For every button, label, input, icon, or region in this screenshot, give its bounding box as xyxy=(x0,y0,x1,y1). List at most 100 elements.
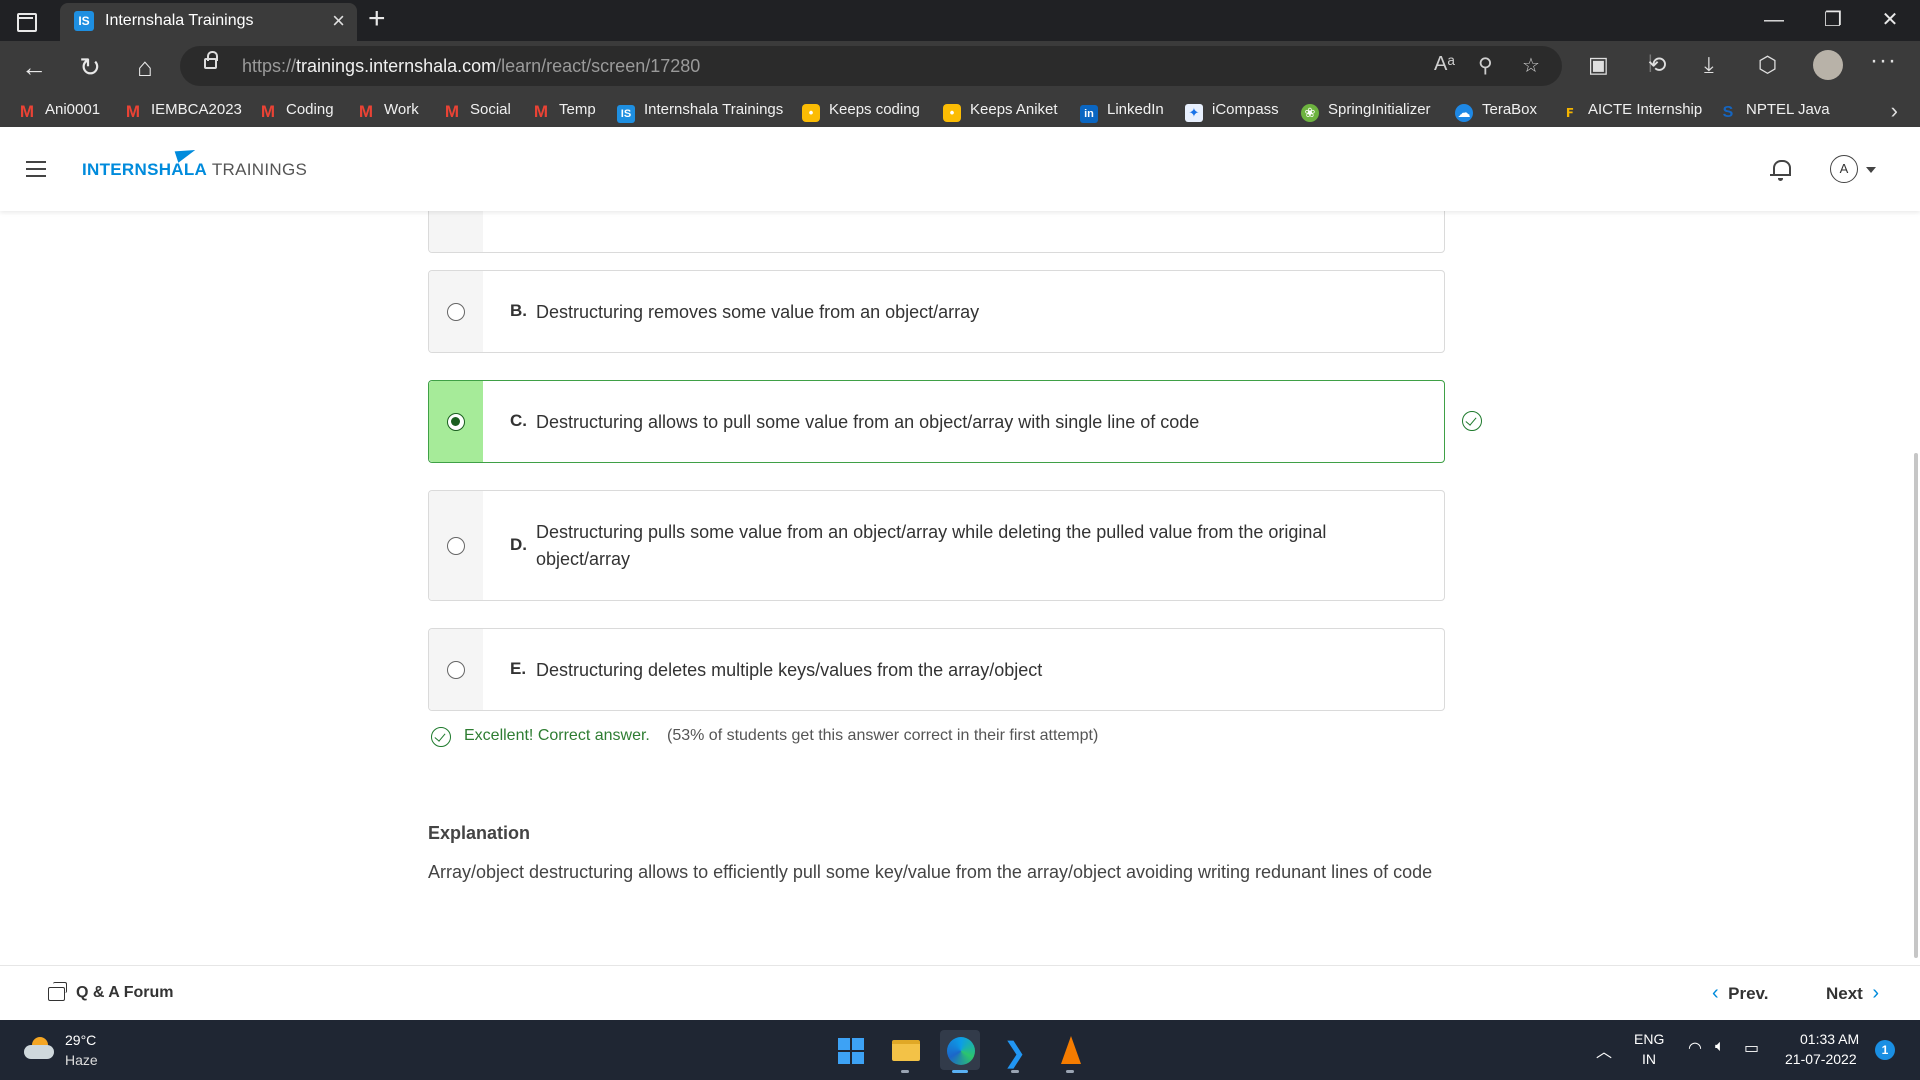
new-tab-button[interactable]: + xyxy=(368,3,386,35)
notification-badge[interactable]: 1 xyxy=(1875,1040,1895,1060)
bookmark-item[interactable]: • Keeps coding xyxy=(802,101,920,122)
browser-toolbar: ← ↻ ⌂ https://trainings.internshala.com/… xyxy=(0,41,1920,127)
bookmarks-more-chevron-icon[interactable]: › xyxy=(1891,98,1898,124)
history-icon[interactable]: ⟲ xyxy=(1648,52,1666,78)
add-favorite-icon[interactable]: ☆ xyxy=(1522,53,1540,78)
success-check-icon xyxy=(431,727,451,747)
window-close-icon[interactable]: ✕ xyxy=(1870,4,1910,36)
tab-close-icon[interactable]: × xyxy=(332,9,345,33)
more-menu-icon[interactable]: ··· xyxy=(1870,47,1897,75)
gmail-icon: M xyxy=(533,102,549,121)
bookmark-item[interactable]: ☁ TeraBox xyxy=(1455,101,1537,122)
minimize-icon[interactable]: — xyxy=(1754,4,1794,36)
attempt-statistic: (53% of students get this answer correct… xyxy=(667,727,1099,744)
edge-browser-app[interactable] xyxy=(940,1030,980,1073)
bookmark-item[interactable]: IS Internshala Trainings xyxy=(617,101,783,123)
start-button[interactable] xyxy=(830,1030,870,1070)
bookmark-item[interactable]: M IEMBCA2023 xyxy=(124,101,242,121)
tab-title: Internshala Trainings xyxy=(105,12,254,29)
windows-taskbar: 29°C Haze ❯ ︿ ENG IN ◠ 🔈︎ ▭ 01:33 AM 21-… xyxy=(0,1020,1920,1080)
restore-icon[interactable]: ❐ xyxy=(1813,4,1853,36)
vscode-icon: ❯ xyxy=(1003,1037,1027,1068)
file-explorer-app[interactable] xyxy=(885,1030,925,1073)
weather-condition[interactable]: Haze xyxy=(65,1052,98,1068)
wifi-icon[interactable]: ◠ xyxy=(1688,1038,1702,1058)
scrollbar-thumb[interactable] xyxy=(1914,453,1918,958)
vlc-app[interactable] xyxy=(1050,1030,1090,1073)
bookmark-item[interactable]: M Work xyxy=(357,101,419,121)
url-text[interactable]: https://trainings.internshala.com/learn/… xyxy=(242,56,700,77)
zoom-icon[interactable]: ⚲ xyxy=(1478,53,1493,78)
quiz-option-c[interactable]: C. Destructuring allows to pull some val… xyxy=(428,380,1445,463)
lock-icon[interactable] xyxy=(204,51,218,69)
terabox-icon: ☁ xyxy=(1455,104,1473,122)
quiz-option-d[interactable]: D. Destructuring pulls some value from a… xyxy=(428,490,1445,601)
explanation-text: Array/object destructuring allows to eff… xyxy=(428,862,1433,882)
profile-avatar[interactable] xyxy=(1813,50,1843,80)
nptel-icon: S xyxy=(1722,104,1734,121)
bookmark-item[interactable]: M Ani0001 xyxy=(18,101,100,121)
quiz-option-b[interactable]: B. Destructuring removes some value from… xyxy=(428,270,1445,353)
split-screen-icon[interactable]: ▣ xyxy=(1588,52,1609,78)
bookmark-item[interactable]: in LinkedIn xyxy=(1080,101,1164,123)
page-scrollbar[interactable] xyxy=(1912,211,1920,965)
downloads-icon[interactable]: ⤓ xyxy=(1704,52,1714,78)
user-avatar[interactable]: A xyxy=(1830,155,1858,183)
radio-button-selected[interactable] xyxy=(447,413,465,431)
notification-bell-icon[interactable] xyxy=(1770,158,1791,181)
clock-date[interactable]: 21-07-2022 xyxy=(1785,1051,1857,1067)
edge-icon xyxy=(947,1037,975,1065)
language-region[interactable]: IN xyxy=(1642,1051,1656,1067)
windows-logo-icon xyxy=(838,1038,864,1064)
explanation-heading: Explanation xyxy=(428,823,531,843)
refresh-icon[interactable]: ↻ xyxy=(72,49,108,85)
qa-forum-link[interactable]: Q & A Forum xyxy=(76,984,173,1002)
tray-overflow-chevron-icon[interactable]: ︿ xyxy=(1596,1038,1612,1062)
radio-button[interactable] xyxy=(447,537,465,555)
radio-button[interactable] xyxy=(447,303,465,321)
hamburger-menu-icon[interactable] xyxy=(26,161,46,177)
quiz-option-e[interactable]: E. Destructuring deletes multiple keys/v… xyxy=(428,628,1445,711)
compass-icon: ✦ xyxy=(1185,104,1203,122)
bookmark-item[interactable]: ✦ iCompass xyxy=(1185,101,1279,122)
bookmark-item[interactable]: M Coding xyxy=(259,101,334,121)
bookmark-item[interactable]: S NPTEL Java xyxy=(1719,101,1830,122)
feedback-message: Excellent! Correct answer. xyxy=(464,727,650,744)
correct-check-icon xyxy=(1462,411,1482,431)
bookmark-item[interactable]: • Keeps Aniket xyxy=(943,101,1058,122)
vlc-cone-icon xyxy=(1061,1036,1081,1064)
language-indicator[interactable]: ENG xyxy=(1634,1031,1664,1047)
keep-icon: • xyxy=(943,104,961,122)
app-header: INTERNSHALA TRAININGS A xyxy=(0,127,1920,211)
bookmark-item[interactable]: M Social xyxy=(443,101,511,121)
prev-button[interactable]: ‹ Prev. xyxy=(1712,982,1768,1005)
gmail-icon: M xyxy=(19,102,35,121)
browser-tab-active[interactable]: IS Internshala Trainings × xyxy=(60,3,357,41)
extensions-icon[interactable]: ⬡ xyxy=(1758,52,1777,78)
forum-icon[interactable] xyxy=(48,982,67,1001)
gmail-icon: M xyxy=(358,102,374,121)
option-text: Destructuring removes some value from an… xyxy=(536,302,980,322)
read-aloud-icon[interactable]: Aᵃ xyxy=(1434,53,1455,76)
tab-actions-icon[interactable] xyxy=(14,9,38,33)
bookmark-item[interactable]: ꜰ AICTE Internship xyxy=(1561,101,1703,122)
option-text: Destructuring pulls some value from an o… xyxy=(536,522,1327,569)
internshala-logo[interactable]: INTERNSHALA TRAININGS xyxy=(82,160,307,180)
weather-temperature[interactable]: 29°C xyxy=(65,1032,96,1048)
volume-icon[interactable]: 🔈︎ xyxy=(1715,1038,1725,1056)
caret-down-icon[interactable] xyxy=(1866,167,1876,173)
clock-time[interactable]: 01:33 AM xyxy=(1800,1031,1859,1047)
radio-button[interactable] xyxy=(447,661,465,679)
address-bar[interactable]: https://trainings.internshala.com/learn/… xyxy=(180,46,1562,86)
vscode-app[interactable]: ❯ xyxy=(995,1030,1035,1073)
back-arrow-icon[interactable]: ← xyxy=(16,49,52,85)
battery-icon[interactable]: ▭ xyxy=(1744,1038,1759,1058)
home-icon[interactable]: ⌂ xyxy=(127,49,163,85)
quiz-content: B. Destructuring removes some value from… xyxy=(0,171,1920,965)
browser-tab-strip: IS Internshala Trainings × + — ❐ ✕ xyxy=(0,0,1920,41)
gmail-icon: M xyxy=(260,102,276,121)
next-button[interactable]: Next › xyxy=(1826,982,1879,1005)
weather-icon[interactable] xyxy=(24,1037,54,1059)
bookmark-item[interactable]: ❀ SpringInitializer xyxy=(1301,101,1431,122)
bookmark-item[interactable]: M Temp xyxy=(532,101,596,121)
